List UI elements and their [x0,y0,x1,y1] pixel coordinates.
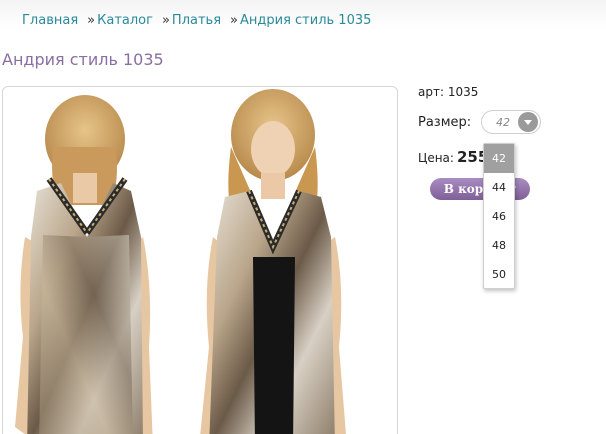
breadcrumb-separator: » [161,13,170,28]
product-photo[interactable] [2,86,398,434]
breadcrumb-dresses-link[interactable]: Платья [172,13,221,28]
size-select-value: 42 [496,116,510,129]
breadcrumb-current-product-link[interactable]: Андрия стиль 1035 [240,13,371,28]
size-option[interactable]: 44 [484,173,514,202]
breadcrumb-catalog-link[interactable]: Каталог [97,13,153,28]
price: Цена:255. [418,148,492,166]
price-label: Цена: [418,151,454,165]
breadcrumb: Главная » Каталог » Платья » Андрия стил… [22,13,371,28]
dress-photo-illustration [15,89,346,434]
product-sku: арт: 1035 [418,85,479,99]
size-label: Размер: [418,115,472,130]
add-to-cart-button[interactable]: В корзину [430,178,530,200]
page-title: Андрия стиль 1035 [2,50,164,69]
size-option[interactable]: 42 [484,144,514,173]
size-select[interactable]: 42 [481,110,541,134]
size-option[interactable]: 50 [484,260,514,289]
breadcrumb-separator: » [87,13,96,28]
breadcrumb-home-link[interactable]: Главная [22,13,78,28]
chevron-down-icon[interactable] [518,112,538,132]
size-dropdown-list: 42 44 46 48 50 [483,143,515,289]
size-option[interactable]: 46 [484,202,514,231]
size-option[interactable]: 48 [484,231,514,260]
breadcrumb-separator: » [230,13,238,28]
